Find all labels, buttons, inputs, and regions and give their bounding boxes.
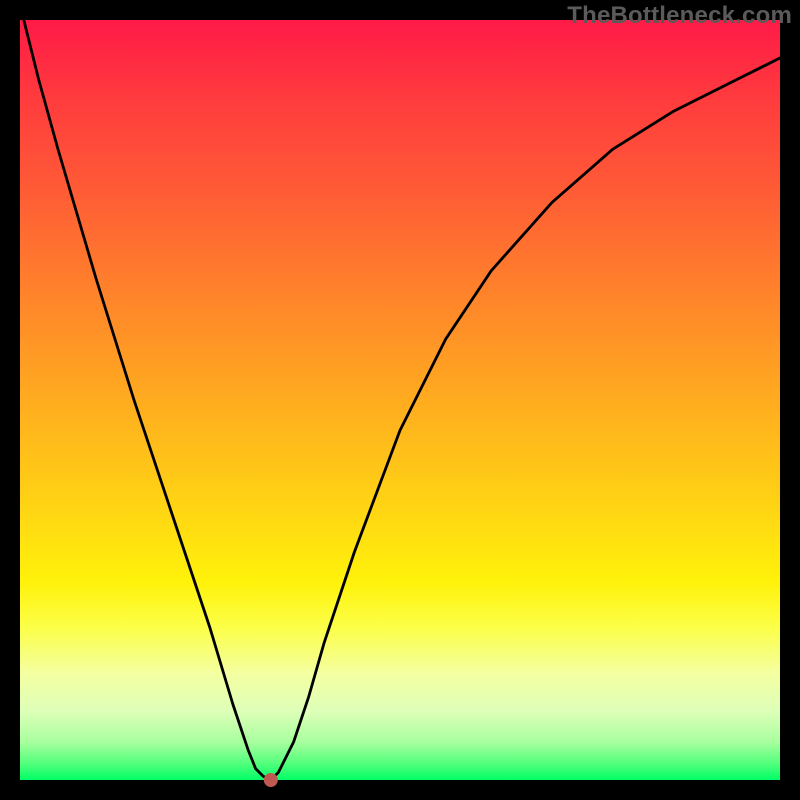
bottleneck-curve-path	[24, 20, 780, 780]
chart-svg	[20, 20, 780, 780]
current-config-marker	[264, 773, 278, 787]
chart-frame: TheBottleneck.com	[0, 0, 800, 800]
watermark-label: TheBottleneck.com	[567, 2, 792, 30]
plot-border	[20, 20, 780, 780]
